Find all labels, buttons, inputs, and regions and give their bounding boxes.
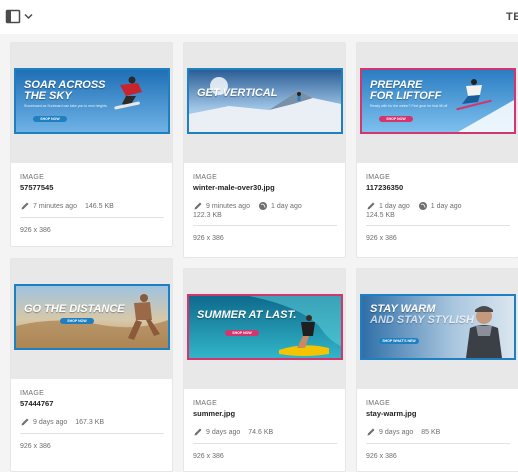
asset-card[interactable]: SOAR ACROSS THE SKY Snowboard as Sunboar… [10,42,173,247]
asset-info-row: 7 minutes ago 146.5 KB [20,201,164,211]
file-size: 167.3 KB [75,418,105,426]
thumbnail-area: STAY WARM AND STAY STYLISH SHOP WHAT'S N… [357,269,518,389]
thumbnail-area: SOAR ACROSS THE SKY Snowboard as Sunboar… [11,43,172,163]
modified-time: 9 minutes ago [206,202,250,210]
banner-button: SHOP NOW [379,116,413,122]
file-size: 146.5 KB [84,202,114,210]
asset-name: 57444767 [20,399,54,408]
globe-icon [258,201,268,211]
modified-time: 9 days ago [379,428,414,436]
asset-dimensions: 926 x 386 [20,227,51,234]
asset-dimensions: 926 x 386 [20,443,51,450]
asset-type: IMAGE [193,174,218,181]
published-time: 1 day ago [270,202,302,210]
thumbnail-area: PREPARE FOR LIFTOFF Ready with for the w… [357,43,518,163]
asset-thumbnail[interactable]: PREPARE FOR LIFTOFF Ready with for the w… [360,68,516,134]
asset-type: IMAGE [20,174,45,181]
banner-subtitle: Ready with for the winter? Find gear for… [370,104,448,108]
thumbnail-area: SUMMER AT LAST. SHOP NOW [184,269,345,389]
banner-line-1: GET VERTICAL [197,87,278,99]
banner-line-2: FOR LIFTOFF [370,90,442,102]
asset-name: 117236350 [366,183,404,192]
divider [193,225,337,226]
file-size: 124.5 KB [366,212,395,219]
asset-info-row: 9 days ago 74.6 KB [193,427,337,437]
top-toolbar: TE [0,0,518,34]
asset-dimensions: 926 x 386 [193,235,224,242]
asset-type: IMAGE [20,390,45,397]
asset-thumbnail[interactable]: SOAR ACROSS THE SKY Snowboard as Sunboar… [14,68,170,134]
asset-card[interactable]: SUMMER AT LAST. SHOP NOW IMAGE summer.jp… [183,268,346,472]
banner-line-1: SUMMER AT LAST. [197,309,297,321]
banner-subtitle: Snowboard as Sunboard can take you to ne… [24,104,107,108]
file-size: 85 KB [421,428,441,436]
pencil-icon [366,427,376,437]
chevron-down-icon [24,13,33,20]
banner-button: SHOP NOW [225,330,259,336]
skier-figure [297,92,301,101]
file-size: 74.6 KB [248,428,274,436]
asset-type: IMAGE [193,400,218,407]
asset-info-row: 9 minutes ago 1 day ago [193,201,337,211]
asset-thumbnail[interactable]: GO THE DISTANCE SHOP NOW [14,284,170,350]
asset-card[interactable]: PREPARE FOR LIFTOFF Ready with for the w… [356,42,518,258]
divider [366,225,510,226]
modified-time: 7 minutes ago [33,202,77,210]
asset-thumbnail[interactable]: GET VERTICAL [187,68,343,134]
asset-dimensions: 926 x 386 [366,235,397,242]
banner-line-2: THE SKY [24,90,72,102]
modified-time: 1 day ago [379,202,410,210]
asset-name: summer.jpg [193,409,236,418]
modified-time: 9 days ago [33,418,68,426]
banner-line-2: AND STAY STYLISH [370,314,474,326]
banner-button: SHOP WHAT'S NEW [379,338,419,344]
rail-toggle-button[interactable] [5,9,37,25]
asset-name: winter-male-over30.jpg [193,183,275,192]
modified-time: 9 days ago [206,428,241,436]
divider [20,433,164,434]
banner-line-1: GO THE DISTANCE [24,303,125,315]
asset-thumbnail[interactable]: SUMMER AT LAST. SHOP NOW [187,294,343,360]
globe-icon [418,201,428,211]
file-size: 122.3 KB [193,212,222,219]
banner-button: SHOP NOW [33,116,67,122]
divider [193,443,337,444]
asset-card[interactable]: GO THE DISTANCE SHOP NOW IMAGE 57444767 … [10,258,173,472]
thumbnail-area: GO THE DISTANCE SHOP NOW [11,259,172,379]
asset-card[interactable]: GET VERTICAL IMAGE winter-male-over30.jp… [183,42,346,258]
pencil-icon [193,201,203,211]
asset-type: IMAGE [366,174,391,181]
asset-dimensions: 926 x 386 [366,453,397,460]
banner-button: SHOP NOW [60,318,94,324]
pencil-icon [366,201,376,211]
pencil-icon [20,417,30,427]
asset-info-row: 1 day ago 1 day ago [366,201,510,211]
asset-info-row: 9 days ago 167.3 KB [20,417,164,427]
pencil-icon [20,201,30,211]
asset-name: 57577545 [20,183,54,192]
pencil-icon [193,427,203,437]
divider [366,443,510,444]
divider [20,217,164,218]
page-title: TE [506,11,518,23]
asset-type: IMAGE [366,400,391,407]
asset-info-row: 9 days ago 85 KB [366,427,510,437]
asset-thumbnail[interactable]: STAY WARM AND STAY STYLISH SHOP WHAT'S N… [360,294,516,360]
published-time: 1 day ago [430,202,462,210]
sidebar-panel-icon [5,9,21,24]
asset-card[interactable]: STAY WARM AND STAY STYLISH SHOP WHAT'S N… [356,268,518,472]
asset-dimensions: 926 x 386 [193,453,224,460]
asset-name: stay-warm.jpg [366,409,417,418]
thumbnail-area: GET VERTICAL [184,43,345,163]
